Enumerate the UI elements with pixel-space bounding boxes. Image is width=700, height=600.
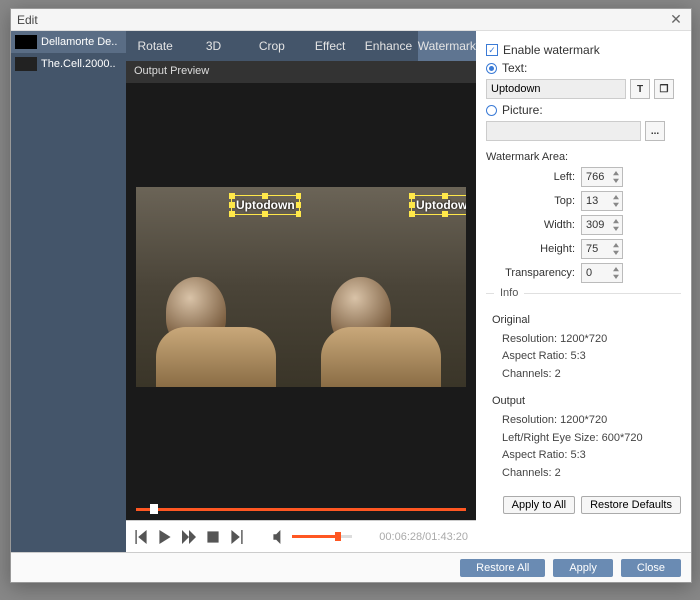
font-button[interactable]: T	[630, 79, 650, 99]
height-spinner[interactable]: 75	[581, 239, 623, 259]
tab-rotate[interactable]: Rotate	[126, 31, 184, 61]
original-heading: Original	[492, 312, 681, 330]
close-button[interactable]: Close	[621, 559, 681, 577]
seek-thumb[interactable]	[150, 504, 158, 514]
main-area: Dellamorte De.. The.Cell.2000.. Rotate 3…	[11, 31, 691, 552]
video-frame-right: Uptodown	[301, 187, 466, 387]
file-thumb	[15, 57, 37, 71]
width-spinner[interactable]: 309	[581, 215, 623, 235]
style-button[interactable]: ❐	[654, 79, 674, 99]
left-spinner[interactable]: 766	[581, 167, 623, 187]
video-preview: Uptodown Uptodown	[136, 187, 466, 387]
volume-slider[interactable]	[292, 535, 352, 538]
output-aspect: Aspect Ratio: 5:3	[492, 447, 681, 465]
tab-watermark[interactable]: Watermark	[418, 31, 476, 61]
height-label: Height:	[486, 243, 581, 255]
restore-all-button[interactable]: Restore All	[460, 559, 545, 577]
center-column: Rotate 3D Crop Effect Enhance Watermark …	[126, 31, 476, 552]
tab-crop[interactable]: Crop	[243, 31, 301, 61]
output-eye-size: Left/Right Eye Size: 600*720	[492, 430, 681, 448]
tab-enhance[interactable]: Enhance	[359, 31, 417, 61]
restore-defaults-button[interactable]: Restore Defaults	[581, 496, 681, 514]
info-output: Output Resolution: 1200*720 Left/Right E…	[492, 393, 681, 482]
top-label: Top:	[486, 195, 581, 207]
player-controls: 00:06:28/01:43:20	[126, 520, 476, 552]
volume-control	[272, 530, 352, 544]
seek-bar[interactable]	[136, 506, 466, 512]
file-thumb	[15, 35, 37, 49]
preview-area: Uptodown Uptodown	[126, 83, 476, 520]
output-resolution: Resolution: 1200*720	[492, 412, 681, 430]
time-display: 00:06:28/01:43:20	[379, 531, 468, 543]
watermark-overlay[interactable]: Uptodown	[411, 195, 466, 215]
preview-label: Output Preview	[126, 61, 476, 83]
watermark-panel: Enable watermark Text: T ❐ Picture: ... …	[476, 31, 691, 552]
file-item[interactable]: The.Cell.2000..	[11, 53, 126, 75]
tab-effect[interactable]: Effect	[301, 31, 359, 61]
transparency-spinner[interactable]: 0	[581, 263, 623, 283]
play-icon[interactable]	[158, 530, 172, 544]
original-channels: Channels: 2	[492, 366, 681, 384]
left-label: Left:	[486, 171, 581, 183]
picture-radio[interactable]	[486, 105, 497, 116]
video-frame-left: Uptodown	[136, 187, 301, 387]
stop-icon[interactable]	[206, 530, 220, 544]
browse-button[interactable]: ...	[645, 121, 665, 141]
original-aspect: Aspect Ratio: 5:3	[492, 348, 681, 366]
file-name: Dellamorte De..	[41, 36, 117, 48]
watermark-text-input[interactable]	[486, 79, 626, 99]
area-label: Watermark Area:	[486, 151, 681, 163]
apply-to-all-button[interactable]: Apply to All	[503, 496, 575, 514]
text-radio-label: Text:	[502, 61, 527, 75]
volume-icon[interactable]	[272, 530, 286, 544]
info-label: Info	[494, 287, 524, 299]
tab-bar: Rotate 3D Crop Effect Enhance Watermark	[126, 31, 476, 61]
output-heading: Output	[492, 393, 681, 411]
top-spinner[interactable]: 13	[581, 191, 623, 211]
apply-button[interactable]: Apply	[553, 559, 613, 577]
text-radio[interactable]	[486, 63, 497, 74]
next-icon[interactable]	[230, 530, 244, 544]
window-title: Edit	[17, 13, 38, 27]
transparency-label: Transparency:	[486, 267, 581, 279]
width-label: Width:	[486, 219, 581, 231]
tab-3d[interactable]: 3D	[184, 31, 242, 61]
file-item[interactable]: Dellamorte De..	[11, 31, 126, 53]
original-resolution: Resolution: 1200*720	[492, 331, 681, 349]
picture-radio-label: Picture:	[502, 103, 543, 117]
fast-forward-icon[interactable]	[182, 530, 196, 544]
prev-icon[interactable]	[134, 530, 148, 544]
enable-watermark-label: Enable watermark	[503, 43, 600, 57]
file-name: The.Cell.2000..	[41, 58, 116, 70]
file-list: Dellamorte De.. The.Cell.2000..	[11, 31, 126, 552]
edit-dialog: Edit ✕ Dellamorte De.. The.Cell.2000.. R…	[10, 8, 692, 583]
output-channels: Channels: 2	[492, 465, 681, 483]
watermark-overlay[interactable]: Uptodown	[231, 195, 300, 215]
titlebar: Edit ✕	[11, 9, 691, 31]
close-icon[interactable]: ✕	[667, 11, 685, 29]
picture-path-input[interactable]	[486, 121, 641, 141]
dialog-footer: Restore All Apply Close	[11, 552, 691, 582]
info-original: Original Resolution: 1200*720 Aspect Rat…	[492, 312, 681, 383]
enable-watermark-checkbox[interactable]	[486, 44, 498, 56]
